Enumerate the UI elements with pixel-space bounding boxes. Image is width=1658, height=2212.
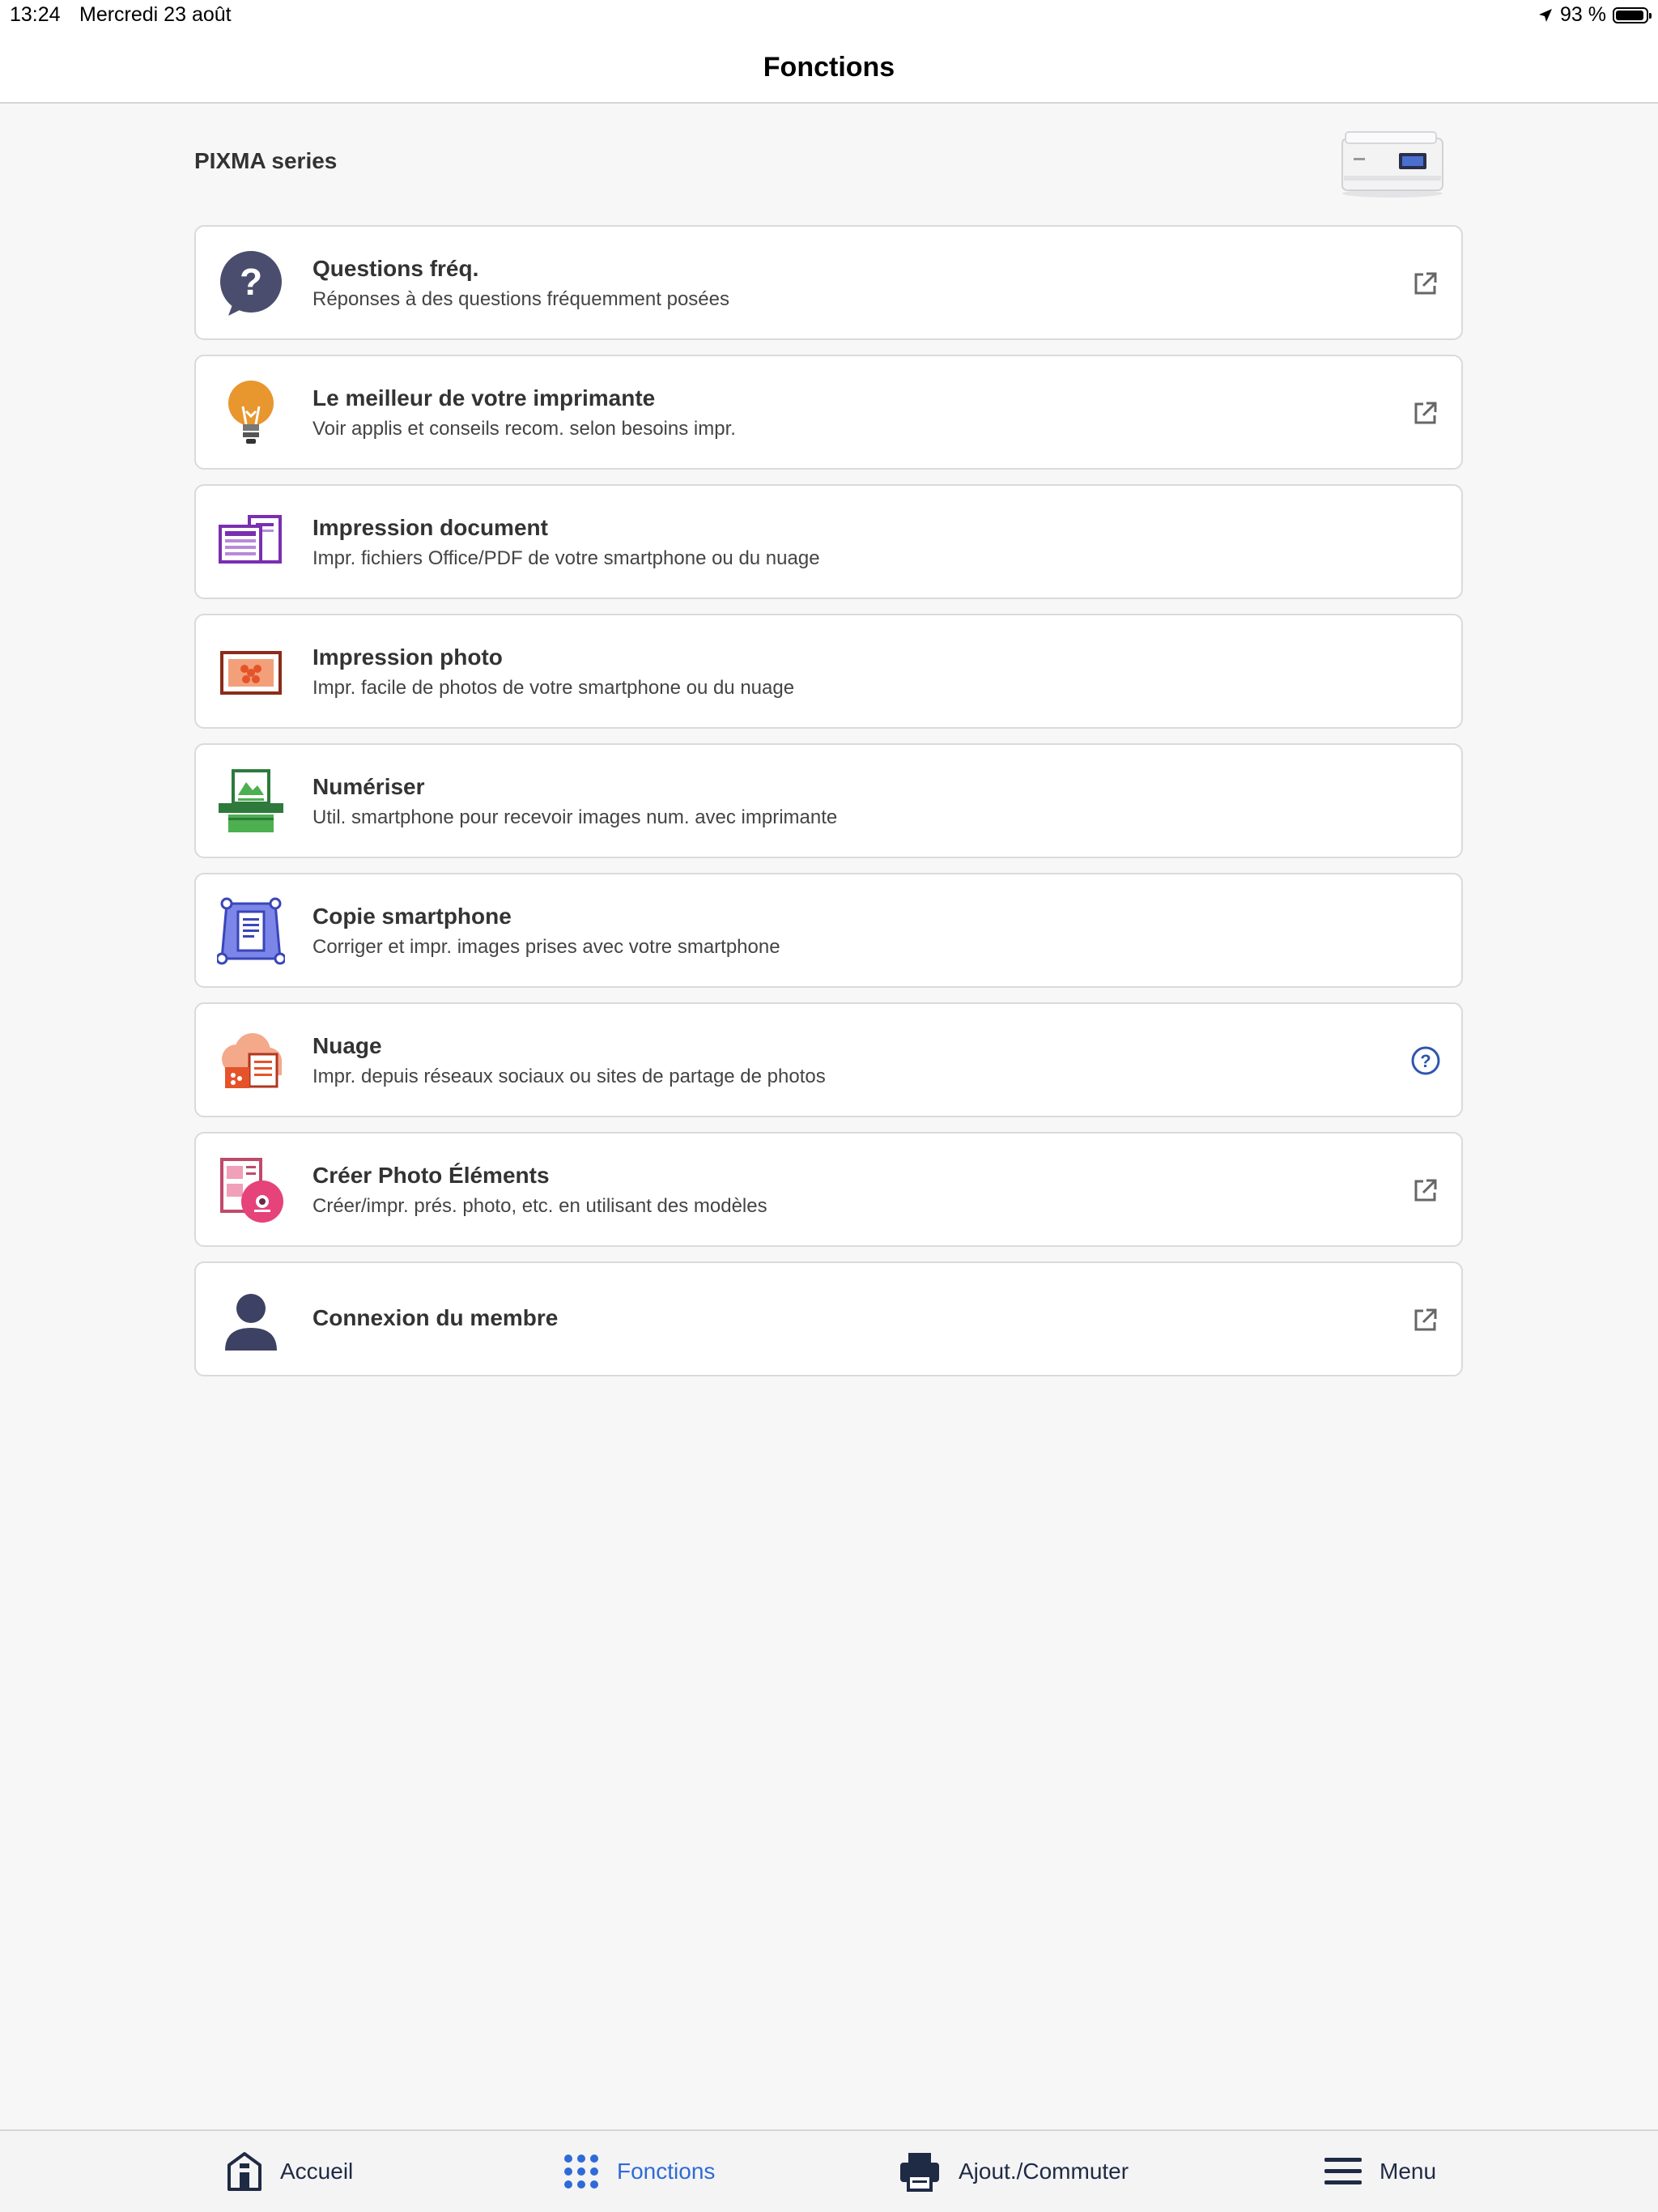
home-icon (227, 2152, 261, 2191)
tab-label: Fonctions (617, 2159, 716, 2184)
tab-label: Menu (1380, 2159, 1437, 2184)
svg-text:?: ? (240, 261, 262, 303)
item-title: Numériser (312, 774, 425, 799)
page-title: Fonctions (763, 51, 895, 83)
list-item-faq[interactable]: ? Questions fréq. Réponses à des questio… (194, 225, 1463, 340)
printer-icon (900, 2153, 939, 2192)
item-title: Impression photo (312, 644, 503, 670)
cloud-icon (222, 1033, 282, 1088)
battery-percent: 93 % (1560, 3, 1606, 26)
item-title: Connexion du membre (312, 1305, 559, 1330)
question-bubble-icon: ? (220, 251, 282, 316)
tab-menu[interactable]: Menu (1324, 2131, 1436, 2212)
item-description: Impr. depuis réseaux sociaux ou sites de… (312, 1066, 826, 1087)
item-title: Nuage (312, 1033, 382, 1058)
external-link-icon (1414, 1179, 1437, 1202)
item-description: Voir applis et conseils recom. selon bes… (312, 418, 736, 440)
svg-text:?: ? (1420, 1051, 1431, 1071)
member-icon (225, 1294, 277, 1351)
item-title: Créer Photo Éléments (312, 1163, 550, 1188)
function-list: ? Questions fréq. Réponses à des questio… (194, 225, 1463, 1391)
item-description: Réponses à des questions fréquemment pos… (312, 288, 729, 310)
location-arrow-icon (1539, 8, 1553, 22)
list-item-member-login[interactable]: Connexion du membre (194, 1261, 1463, 1376)
item-title: Impression document (312, 515, 548, 540)
hamburger-icon (1324, 2158, 1362, 2184)
list-item-smartphone-copy[interactable]: Copie smartphone Corriger et impr. image… (194, 873, 1463, 988)
list-item-scan[interactable]: Numériser Util. smartphone pour recevoir… (194, 743, 1463, 858)
item-description: Créer/impr. prés. photo, etc. en utilisa… (312, 1195, 767, 1217)
tab-functions[interactable]: Fonctions (563, 2131, 715, 2212)
external-link-icon (1414, 402, 1437, 424)
grid-dots-icon (564, 2155, 598, 2189)
navigation-bar: Fonctions (0, 32, 1658, 104)
item-title: Copie smartphone (312, 904, 512, 929)
printer-image[interactable] (1337, 125, 1448, 198)
list-item-photo-elements[interactable]: Créer Photo Éléments Créer/impr. prés. p… (194, 1132, 1463, 1247)
tab-add-switch[interactable]: Ajout./Commuter (899, 2131, 1129, 2212)
status-date: Mercredi 23 août (79, 3, 232, 26)
list-item-document-print[interactable]: Impression document Impr. fichiers Offic… (194, 484, 1463, 599)
item-description: Impr. fichiers Office/PDF de votre smart… (312, 547, 820, 569)
item-description: Corriger et impr. images prises avec vot… (312, 936, 780, 958)
tab-label: Ajout./Commuter (959, 2159, 1129, 2184)
status-right: 93 % (1537, 3, 1652, 27)
help-circle-icon[interactable]: ? (1409, 1044, 1442, 1077)
printer-name: PIXMA series (194, 148, 338, 173)
scan-icon (219, 769, 283, 832)
copy-smartphone-icon (217, 897, 285, 965)
item-title: Le meilleur de votre imprimante (312, 385, 656, 410)
list-item-best-of-printer[interactable]: Le meilleur de votre imprimante Voir app… (194, 355, 1463, 470)
photo-icon (220, 651, 282, 695)
tab-label: Accueil (280, 2159, 354, 2184)
battery-icon (1613, 6, 1652, 23)
item-description: Util. smartphone pour recevoir images nu… (312, 806, 838, 828)
status-time: 13:24 (10, 3, 61, 26)
external-link-icon (1414, 1308, 1437, 1331)
list-item-cloud[interactable]: Nuage Impr. depuis réseaux sociaux ou si… (194, 1002, 1463, 1117)
external-link-icon (1414, 272, 1437, 295)
list-item-photo-print[interactable]: Impression photo Impr. facile de photos … (194, 614, 1463, 729)
lightbulb-icon (228, 381, 274, 444)
status-bar: 13:24 Mercredi 23 août 93 % (0, 0, 1658, 32)
photo-elements-icon (220, 1158, 283, 1223)
item-description: Impr. facile de photos de votre smartpho… (312, 677, 795, 699)
tab-home[interactable]: Accueil (227, 2131, 353, 2212)
documents-icon (219, 515, 282, 564)
item-title: Questions fréq. (312, 256, 479, 281)
tab-bar: Accueil Fonctions Ajout./Commuter Menu (0, 2129, 1658, 2212)
